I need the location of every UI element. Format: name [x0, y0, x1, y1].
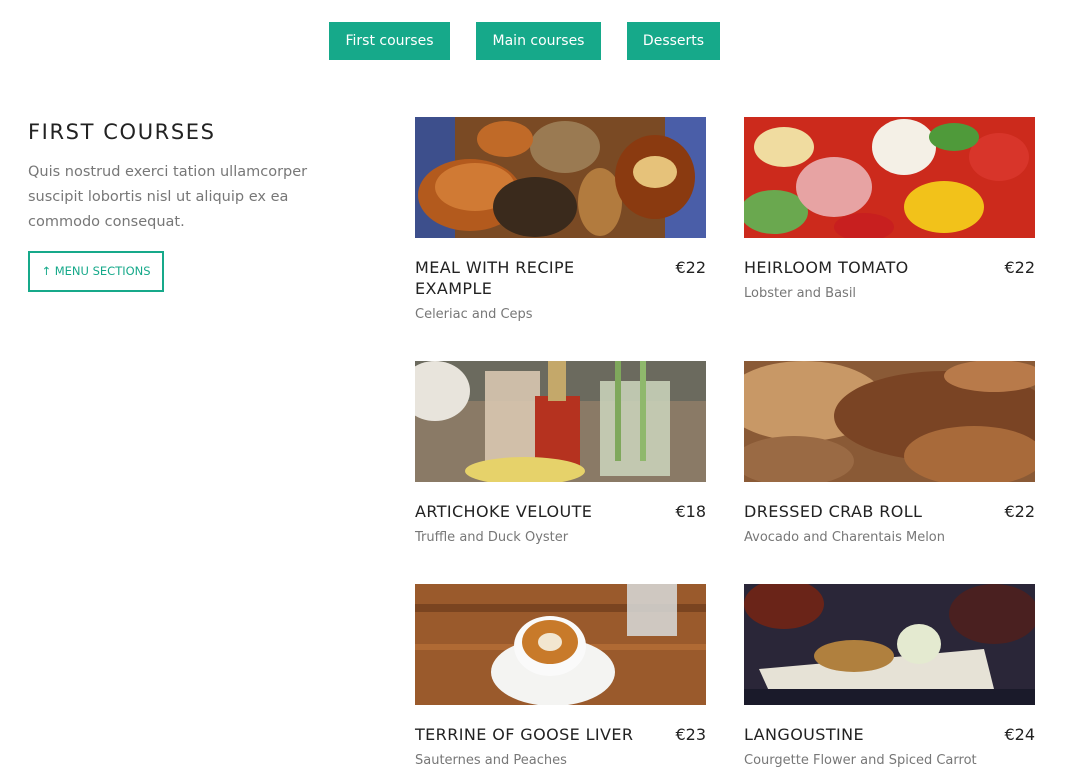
dish-price: €22: [675, 258, 706, 277]
dish-price: €23: [675, 725, 706, 744]
dish-card[interactable]: ARTICHOKE VELOUTE €18 Truffle and Duck O…: [415, 361, 706, 556]
dish-price: €22: [1004, 258, 1035, 277]
dish-card[interactable]: LANGOUSTINE €24 Courgette Flower and Spi…: [744, 584, 1035, 779]
bread-rolls-photo: [415, 117, 706, 238]
dish-name: DRESSED CRAB ROLL: [744, 502, 923, 521]
menu-sections-button[interactable]: ↑ MENU SECTIONS: [28, 251, 164, 292]
dish-name: MEAL WITH RECIPE EXAMPLE: [415, 258, 575, 298]
dish-price: €18: [675, 502, 706, 521]
section-description: Quis nostrud exerci tation ullamcorper s…: [28, 164, 308, 230]
dish-price: €24: [1004, 725, 1035, 744]
rustic-bread-photo: [744, 361, 1035, 482]
section-intro: FIRST COURSES Quis nostrud exerci tation…: [28, 118, 328, 235]
dish-card[interactable]: DRESSED CRAB ROLL €22 Avocado and Charen…: [744, 361, 1035, 556]
tab-first-courses[interactable]: First courses: [329, 22, 450, 60]
shrimp-cocktail-photo: [415, 361, 706, 482]
dish-description: Lobster and Basil: [744, 286, 857, 301]
tab-main-courses[interactable]: Main courses: [476, 22, 601, 60]
dish-description: Avocado and Charentais Melon: [744, 530, 945, 545]
dish-description: Truffle and Duck Oyster: [415, 530, 569, 545]
dish-card[interactable]: MEAL WITH RECIPE EXAMPLE €22 Celeriac an…: [415, 117, 706, 332]
dish-name: LANGOUSTINE: [744, 725, 865, 744]
dish-description: Courgette Flower and Spiced Carrot: [744, 753, 977, 768]
salad-photo: [744, 117, 1035, 238]
appetizer-plate-photo: [744, 584, 1035, 705]
dish-name: HEIRLOOM TOMATO: [744, 258, 909, 277]
latte-art-photo: [415, 584, 706, 705]
dish-name: TERRINE OF GOOSE LIVER: [415, 725, 634, 744]
dish-card[interactable]: HEIRLOOM TOMATO €22 Lobster and Basil: [744, 117, 1035, 312]
dish-name: ARTICHOKE VELOUTE: [415, 502, 593, 521]
dish-price: €22: [1004, 502, 1035, 521]
tab-desserts[interactable]: Desserts: [627, 22, 720, 60]
menu-tabs: First courses Main courses Desserts: [0, 22, 1069, 60]
dish-card[interactable]: TERRINE OF GOOSE LIVER €23 Sauternes and…: [415, 584, 706, 779]
dish-description: Sauternes and Peaches: [415, 753, 567, 768]
dish-description: Celeriac and Ceps: [415, 307, 533, 322]
section-title: FIRST COURSES: [28, 120, 216, 144]
